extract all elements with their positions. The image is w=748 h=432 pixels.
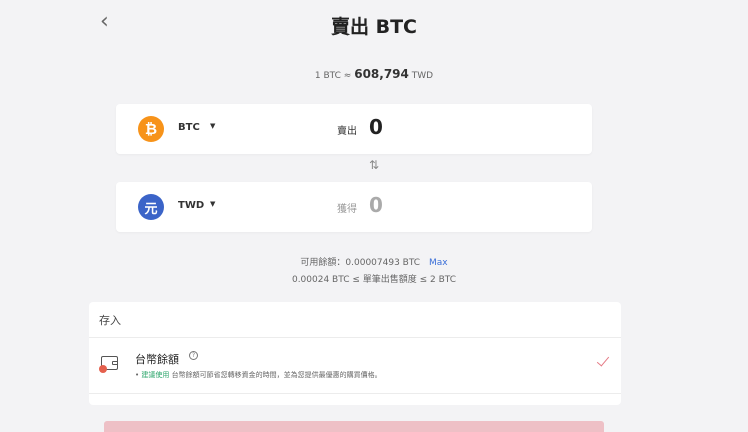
sell-amount-input[interactable]: 0 [369,115,383,139]
available-balance: 可用餘額：0.00007493 BTC Max [0,255,748,268]
help-icon[interactable]: ? [189,351,198,360]
get-label: 獲得 [337,204,357,215]
chevron-down-icon[interactable]: ▼ [210,200,215,208]
sell-currency-select[interactable]: BTC [178,122,200,133]
wallet-icon [99,354,121,373]
note-text: 台幣餘額可節省您轉移資金的時間，並為您提供最優惠的購買價格。 [171,371,382,379]
get-amount-input[interactable]: 0 [369,193,383,217]
deposit-option-twd-balance[interactable]: 台幣餘額 [135,351,179,367]
deposit-note: • 建議使用 台幣餘額可節省您轉移資金的時間，並為您提供最優惠的購買價格。 [135,371,382,379]
rate-value: 608,794 [354,67,409,81]
balance-text: 可用餘額：0.00007493 BTC [300,258,421,268]
deposit-heading: 存入 [99,314,121,327]
header: ‹ 賣出 BTC [0,0,748,50]
swap-icon[interactable]: ⇅ [0,158,748,172]
divider [89,337,621,338]
twd-icon: 元 [138,194,164,220]
checkmark-icon [596,354,610,368]
rate-prefix: 1 BTC ≈ [314,71,352,81]
submit-button[interactable] [104,421,604,432]
deposit-section: 存入 台幣餘額 ? • 建議使用 台幣餘額可節省您轉移資金的時間，並為您提供最優… [89,302,621,405]
recommend-label: 建議使用 [141,371,170,379]
exchange-rate: 1 BTC ≈ 608,794 TWD [0,67,748,81]
rate-unit: TWD [411,71,434,81]
sell-limit: 0.00024 BTC ≤ 單筆出售額度 ≤ 2 BTC [291,275,457,285]
divider [89,393,621,394]
sell-card: ₿ BTC ▼ 賣出 0 [116,104,592,154]
sell-label: 賣出 [337,126,357,137]
bitcoin-icon: ₿ [138,116,164,142]
chevron-down-icon[interactable]: ▼ [210,122,215,130]
max-button[interactable]: Max [429,258,448,268]
page-title: 賣出 BTC [330,16,417,38]
get-currency-select[interactable]: TWD [178,200,204,211]
get-card: 元 TWD ▼ 獲得 0 [116,182,592,232]
